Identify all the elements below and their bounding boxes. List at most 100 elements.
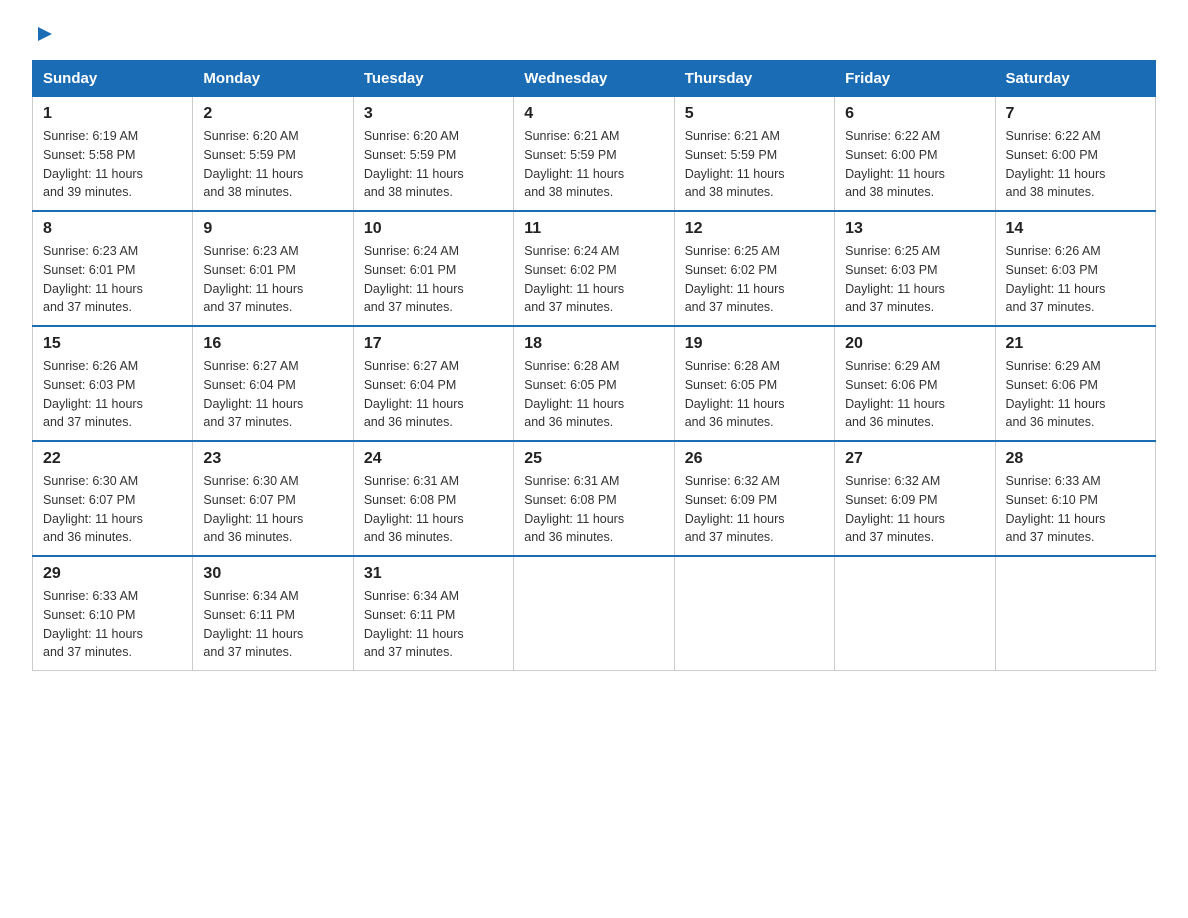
calendar-cell: 19 Sunrise: 6:28 AM Sunset: 6:05 PM Dayl… [674,326,834,441]
week-row-1: 1 Sunrise: 6:19 AM Sunset: 5:58 PM Dayli… [33,96,1156,211]
day-number: 28 [1006,450,1145,468]
header-saturday: Saturday [995,61,1155,96]
day-info: Sunrise: 6:34 AM Sunset: 6:11 PM Dayligh… [364,587,503,662]
calendar-cell: 1 Sunrise: 6:19 AM Sunset: 5:58 PM Dayli… [33,96,193,211]
day-number: 19 [685,335,824,353]
day-info: Sunrise: 6:29 AM Sunset: 6:06 PM Dayligh… [845,357,984,432]
calendar-cell: 6 Sunrise: 6:22 AM Sunset: 6:00 PM Dayli… [835,96,995,211]
day-info: Sunrise: 6:22 AM Sunset: 6:00 PM Dayligh… [1006,127,1145,202]
day-number: 3 [364,105,503,123]
day-number: 11 [524,220,663,238]
header-thursday: Thursday [674,61,834,96]
calendar-cell: 14 Sunrise: 6:26 AM Sunset: 6:03 PM Dayl… [995,211,1155,326]
day-info: Sunrise: 6:31 AM Sunset: 6:08 PM Dayligh… [364,472,503,547]
day-info: Sunrise: 6:25 AM Sunset: 6:02 PM Dayligh… [685,242,824,317]
calendar-cell: 21 Sunrise: 6:29 AM Sunset: 6:06 PM Dayl… [995,326,1155,441]
logo-arrow-icon [36,25,54,43]
calendar-cell: 18 Sunrise: 6:28 AM Sunset: 6:05 PM Dayl… [514,326,674,441]
day-number: 21 [1006,335,1145,353]
day-number: 17 [364,335,503,353]
day-number: 7 [1006,105,1145,123]
calendar-cell: 29 Sunrise: 6:33 AM Sunset: 6:10 PM Dayl… [33,556,193,671]
logo-blue-text [32,24,54,48]
day-info: Sunrise: 6:24 AM Sunset: 6:02 PM Dayligh… [524,242,663,317]
day-number: 24 [364,450,503,468]
day-number: 23 [203,450,342,468]
day-number: 30 [203,565,342,583]
day-number: 18 [524,335,663,353]
header-friday: Friday [835,61,995,96]
day-number: 25 [524,450,663,468]
calendar-cell [674,556,834,671]
day-info: Sunrise: 6:28 AM Sunset: 6:05 PM Dayligh… [685,357,824,432]
day-info: Sunrise: 6:21 AM Sunset: 5:59 PM Dayligh… [685,127,824,202]
day-number: 22 [43,450,182,468]
week-row-5: 29 Sunrise: 6:33 AM Sunset: 6:10 PM Dayl… [33,556,1156,671]
weekday-header-row: SundayMondayTuesdayWednesdayThursdayFrid… [33,61,1156,96]
calendar-cell: 28 Sunrise: 6:33 AM Sunset: 6:10 PM Dayl… [995,441,1155,556]
week-row-2: 8 Sunrise: 6:23 AM Sunset: 6:01 PM Dayli… [33,211,1156,326]
calendar-cell: 22 Sunrise: 6:30 AM Sunset: 6:07 PM Dayl… [33,441,193,556]
day-info: Sunrise: 6:23 AM Sunset: 6:01 PM Dayligh… [203,242,342,317]
header-tuesday: Tuesday [353,61,513,96]
day-number: 15 [43,335,182,353]
day-number: 12 [685,220,824,238]
day-info: Sunrise: 6:19 AM Sunset: 5:58 PM Dayligh… [43,127,182,202]
calendar-cell: 12 Sunrise: 6:25 AM Sunset: 6:02 PM Dayl… [674,211,834,326]
day-info: Sunrise: 6:31 AM Sunset: 6:08 PM Dayligh… [524,472,663,547]
week-row-4: 22 Sunrise: 6:30 AM Sunset: 6:07 PM Dayl… [33,441,1156,556]
calendar-cell: 20 Sunrise: 6:29 AM Sunset: 6:06 PM Dayl… [835,326,995,441]
day-number: 26 [685,450,824,468]
day-info: Sunrise: 6:30 AM Sunset: 6:07 PM Dayligh… [43,472,182,547]
day-number: 4 [524,105,663,123]
calendar-cell: 17 Sunrise: 6:27 AM Sunset: 6:04 PM Dayl… [353,326,513,441]
calendar-cell: 4 Sunrise: 6:21 AM Sunset: 5:59 PM Dayli… [514,96,674,211]
page-header [32,24,1156,48]
day-number: 31 [364,565,503,583]
day-number: 27 [845,450,984,468]
day-info: Sunrise: 6:33 AM Sunset: 6:10 PM Dayligh… [43,587,182,662]
day-number: 8 [43,220,182,238]
calendar-cell: 27 Sunrise: 6:32 AM Sunset: 6:09 PM Dayl… [835,441,995,556]
day-info: Sunrise: 6:24 AM Sunset: 6:01 PM Dayligh… [364,242,503,317]
day-info: Sunrise: 6:23 AM Sunset: 6:01 PM Dayligh… [43,242,182,317]
calendar-cell: 2 Sunrise: 6:20 AM Sunset: 5:59 PM Dayli… [193,96,353,211]
day-number: 6 [845,105,984,123]
calendar-cell: 9 Sunrise: 6:23 AM Sunset: 6:01 PM Dayli… [193,211,353,326]
day-info: Sunrise: 6:22 AM Sunset: 6:00 PM Dayligh… [845,127,984,202]
day-number: 29 [43,565,182,583]
day-info: Sunrise: 6:27 AM Sunset: 6:04 PM Dayligh… [203,357,342,432]
logo [32,24,54,48]
day-number: 13 [845,220,984,238]
day-number: 20 [845,335,984,353]
calendar-cell: 8 Sunrise: 6:23 AM Sunset: 6:01 PM Dayli… [33,211,193,326]
calendar-cell [835,556,995,671]
day-info: Sunrise: 6:34 AM Sunset: 6:11 PM Dayligh… [203,587,342,662]
calendar-cell [995,556,1155,671]
header-sunday: Sunday [33,61,193,96]
day-number: 2 [203,105,342,123]
calendar-table: SundayMondayTuesdayWednesdayThursdayFrid… [32,60,1156,671]
day-info: Sunrise: 6:29 AM Sunset: 6:06 PM Dayligh… [1006,357,1145,432]
calendar-cell: 11 Sunrise: 6:24 AM Sunset: 6:02 PM Dayl… [514,211,674,326]
header-monday: Monday [193,61,353,96]
day-info: Sunrise: 6:30 AM Sunset: 6:07 PM Dayligh… [203,472,342,547]
day-number: 1 [43,105,182,123]
calendar-cell: 3 Sunrise: 6:20 AM Sunset: 5:59 PM Dayli… [353,96,513,211]
header-wednesday: Wednesday [514,61,674,96]
day-number: 14 [1006,220,1145,238]
day-info: Sunrise: 6:32 AM Sunset: 6:09 PM Dayligh… [845,472,984,547]
calendar-cell: 15 Sunrise: 6:26 AM Sunset: 6:03 PM Dayl… [33,326,193,441]
day-info: Sunrise: 6:25 AM Sunset: 6:03 PM Dayligh… [845,242,984,317]
day-info: Sunrise: 6:32 AM Sunset: 6:09 PM Dayligh… [685,472,824,547]
calendar-cell: 5 Sunrise: 6:21 AM Sunset: 5:59 PM Dayli… [674,96,834,211]
calendar-cell: 30 Sunrise: 6:34 AM Sunset: 6:11 PM Dayl… [193,556,353,671]
week-row-3: 15 Sunrise: 6:26 AM Sunset: 6:03 PM Dayl… [33,326,1156,441]
day-info: Sunrise: 6:26 AM Sunset: 6:03 PM Dayligh… [1006,242,1145,317]
day-info: Sunrise: 6:26 AM Sunset: 6:03 PM Dayligh… [43,357,182,432]
calendar-cell: 13 Sunrise: 6:25 AM Sunset: 6:03 PM Dayl… [835,211,995,326]
calendar-cell: 24 Sunrise: 6:31 AM Sunset: 6:08 PM Dayl… [353,441,513,556]
calendar-cell: 25 Sunrise: 6:31 AM Sunset: 6:08 PM Dayl… [514,441,674,556]
day-info: Sunrise: 6:20 AM Sunset: 5:59 PM Dayligh… [203,127,342,202]
day-info: Sunrise: 6:28 AM Sunset: 6:05 PM Dayligh… [524,357,663,432]
